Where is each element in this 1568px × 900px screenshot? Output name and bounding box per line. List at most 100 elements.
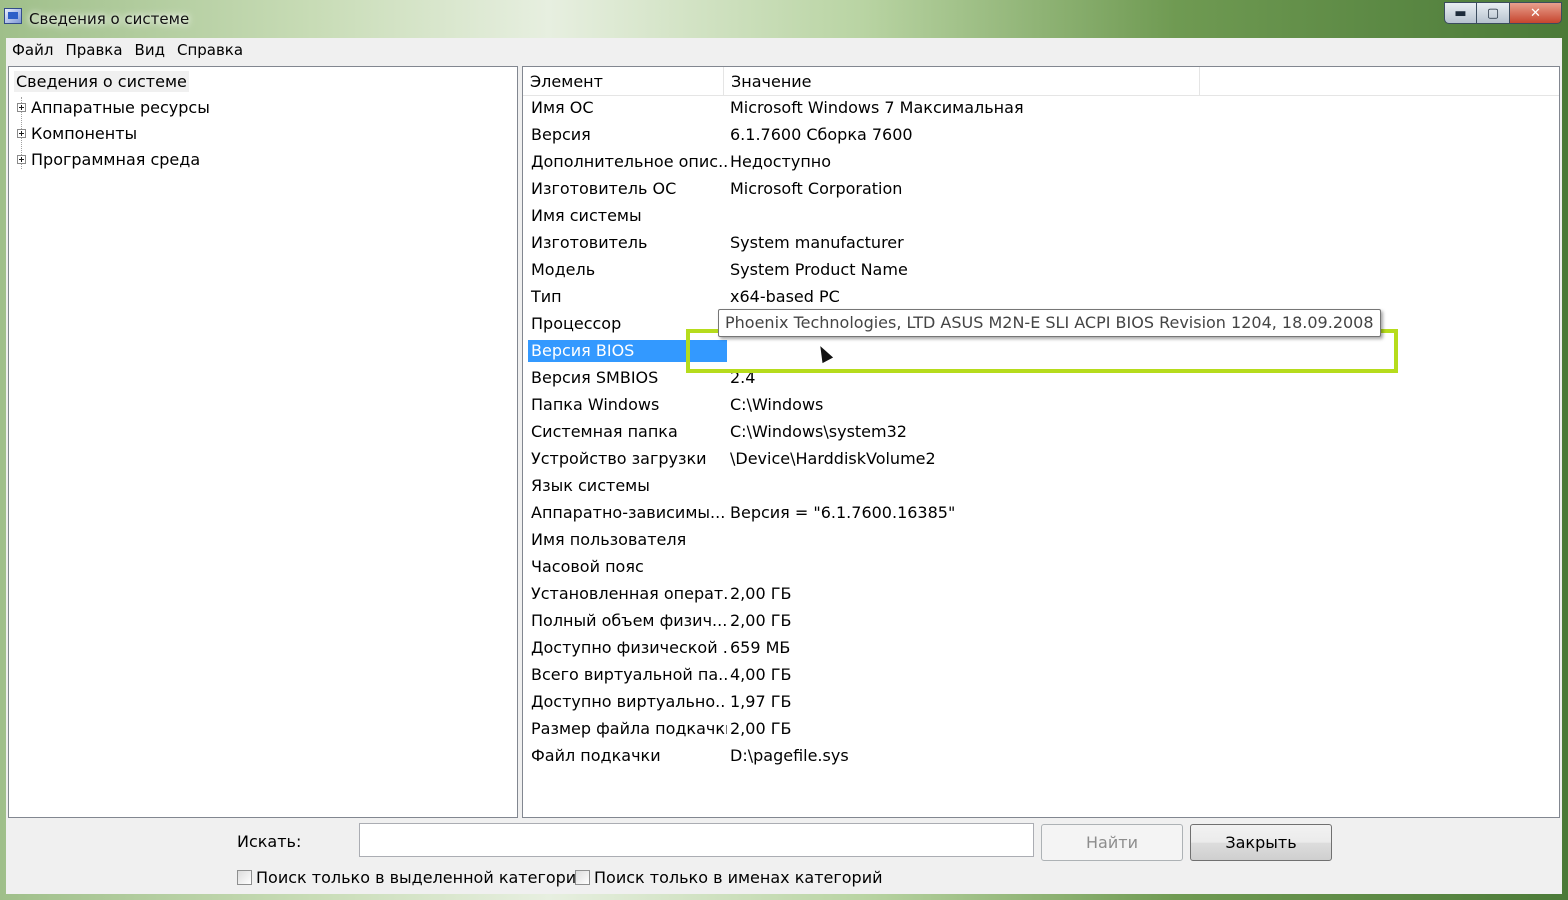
system-info-window: Сведения о системе ▬ ▢ ✕ Файл Правка Вид… xyxy=(0,0,1568,900)
title-bar[interactable]: Сведения о системе ▬ ▢ ✕ xyxy=(0,0,1568,38)
details-list[interactable]: Элемент Значение Имя ОС Microsoft Windows… xyxy=(522,66,1560,818)
system-info-app-icon xyxy=(4,8,22,24)
menu-file[interactable]: Файл xyxy=(6,38,59,62)
row-value-cell: Microsoft Corporation xyxy=(730,179,903,198)
tree-item-label: Аппаратные ресурсы xyxy=(31,97,210,117)
row-element-cell: Аппаратно-зависимы... xyxy=(531,503,726,522)
row-value-cell: Microsoft Windows 7 Максимальная xyxy=(730,98,1024,117)
row-element-cell: Папка Windows xyxy=(531,395,660,414)
table-row[interactable]: Версия 6.1.7600 Сборка 7600 xyxy=(523,124,1559,151)
table-row[interactable]: Файл подкачки D:\pagefile.sys xyxy=(523,745,1559,772)
menu-view[interactable]: Вид xyxy=(129,38,171,62)
checkbox-label: Поиск только в выделенной категории xyxy=(256,868,587,887)
menu-edit[interactable]: Правка xyxy=(59,38,128,62)
row-value-cell: Версия = "6.1.7600.16385" xyxy=(730,503,956,522)
column-header-element[interactable]: Элемент xyxy=(523,67,724,95)
tree-item-system-summary[interactable]: Сведения о системе xyxy=(14,71,189,92)
tree-item-components[interactable]: Компоненты xyxy=(17,121,137,145)
row-value-cell: 6.1.7600 Сборка 7600 xyxy=(730,125,913,144)
row-element-cell: Тип xyxy=(531,287,562,306)
table-row[interactable]: Доступно виртуально... 1,97 ГБ xyxy=(523,691,1559,718)
table-row[interactable]: Часовой пояс xyxy=(523,556,1559,583)
search-label: Искать: xyxy=(237,832,302,851)
window-title: Сведения о системе xyxy=(29,10,190,28)
row-element-cell: Часовой пояс xyxy=(531,557,644,576)
table-row[interactable]: Размер файла подкачки 2,00 ГБ xyxy=(523,718,1559,745)
maximize-icon: ▢ xyxy=(1486,5,1500,21)
checkbox-label: Поиск только в именах категорий xyxy=(594,868,883,887)
row-value-cell: 2,00 ГБ xyxy=(730,719,792,738)
search-selected-category-option[interactable]: Поиск только в выделенной категории xyxy=(237,868,587,887)
row-element-cell: Всего виртуальной па... xyxy=(531,665,727,684)
close-icon: ✕ xyxy=(1530,5,1541,21)
row-value-cell: Недоступно xyxy=(730,152,832,171)
search-input[interactable] xyxy=(359,823,1034,857)
row-element-cell: Полный объем физич... xyxy=(531,611,727,630)
row-element-cell: Имя ОС xyxy=(531,98,594,117)
search-selected-category-checkbox[interactable] xyxy=(237,870,252,885)
row-element-cell: Изготовитель xyxy=(531,233,648,252)
row-value-cell: 4,00 ГБ xyxy=(730,665,792,684)
expand-plus-icon[interactable] xyxy=(17,128,26,138)
tree-item-software-environment[interactable]: Программная среда xyxy=(17,147,200,171)
row-element-cell: Файл подкачки xyxy=(531,746,661,765)
tree-item-hardware-resources[interactable]: Аппаратные ресурсы xyxy=(17,95,210,119)
close-window-button[interactable]: ✕ xyxy=(1510,2,1562,24)
client-area: Сведения о системе Аппаратные ресурсы Ко… xyxy=(6,62,1562,894)
window-controls: ▬ ▢ ✕ xyxy=(1444,2,1562,26)
row-element-cell: Изготовитель ОС xyxy=(531,179,677,198)
table-row[interactable]: Имя пользователя xyxy=(523,529,1559,556)
category-tree[interactable]: Сведения о системе Аппаратные ресурсы Ко… xyxy=(8,66,518,818)
row-value-cell: 2,00 ГБ xyxy=(730,611,792,630)
table-row[interactable]: Всего виртуальной па... 4,00 ГБ xyxy=(523,664,1559,691)
row-element-cell: Модель xyxy=(531,260,596,279)
column-header-value[interactable]: Значение xyxy=(724,67,1200,95)
row-element-cell: Язык системы xyxy=(531,476,650,495)
row-value-cell: x64-based PC xyxy=(730,287,840,306)
table-row[interactable]: Изготовитель System manufacturer xyxy=(523,232,1559,259)
table-row[interactable]: Устройство загрузки \Device\HarddiskVolum… xyxy=(523,448,1559,475)
list-rows: Имя ОС Microsoft Windows 7 Максимальная Ве… xyxy=(523,97,1559,772)
search-category-names-checkbox[interactable] xyxy=(575,870,590,885)
table-row[interactable]: Полный объем физич... 2,00 ГБ xyxy=(523,610,1559,637)
minimize-button[interactable]: ▬ xyxy=(1444,2,1477,24)
row-element-cell: Дополнительное опис... xyxy=(531,152,727,171)
table-row[interactable]: Аппаратно-зависимы... Версия = "6.1.7600.… xyxy=(523,502,1559,529)
row-element-cell: Версия xyxy=(531,125,591,144)
row-element-cell: Размер файла подкачки xyxy=(531,719,727,738)
expand-plus-icon[interactable] xyxy=(17,102,26,112)
table-row[interactable]: Имя ОС Microsoft Windows 7 Максимальная xyxy=(523,97,1559,124)
table-row[interactable]: Дополнительное опис... Недоступно xyxy=(523,151,1559,178)
menu-help[interactable]: Справка xyxy=(171,38,249,62)
table-row[interactable]: Системная папка C:\Windows\system32 xyxy=(523,421,1559,448)
menu-bar: Файл Правка Вид Справка xyxy=(6,38,1562,62)
column-header-empty xyxy=(1200,67,1559,95)
minimize-icon: ▬ xyxy=(1454,5,1467,21)
table-row[interactable]: Изготовитель ОС Microsoft Corporation xyxy=(523,178,1559,205)
tree-item-label: Компоненты xyxy=(31,123,138,143)
row-value-cell: C:\Windows\system32 xyxy=(730,422,907,441)
row-value-cell: 659 МБ xyxy=(730,638,791,657)
row-value-cell: System Product Name xyxy=(730,260,908,279)
table-row[interactable]: Папка Windows C:\Windows xyxy=(523,394,1559,421)
row-value-cell: 2,00 ГБ xyxy=(730,584,792,603)
row-element-cell: Имя системы xyxy=(531,206,642,225)
table-row[interactable]: Установленная операт... 2,00 ГБ xyxy=(523,583,1559,610)
row-element-cell: Доступно виртуально... xyxy=(531,692,727,711)
row-element-cell: Имя пользователя xyxy=(531,530,687,549)
find-button[interactable]: Найти xyxy=(1041,824,1183,861)
close-button[interactable]: Закрыть xyxy=(1190,824,1332,861)
expand-plus-icon[interactable] xyxy=(17,154,26,164)
bios-version-tooltip: Phoenix Technologies, LTD ASUS M2N-E SLI… xyxy=(718,309,1381,337)
table-row[interactable]: Доступно физической ... 659 МБ xyxy=(523,637,1559,664)
row-value-cell: System manufacturer xyxy=(730,233,904,252)
maximize-button[interactable]: ▢ xyxy=(1477,2,1510,24)
table-row[interactable]: Имя системы xyxy=(523,205,1559,232)
table-row[interactable]: Язык системы xyxy=(523,475,1559,502)
row-element-cell: Доступно физической ... xyxy=(531,638,727,657)
search-category-names-option[interactable]: Поиск только в именах категорий xyxy=(575,868,883,887)
table-row[interactable]: Модель System Product Name xyxy=(523,259,1559,286)
row-value-cell: 1,97 ГБ xyxy=(730,692,792,711)
row-value-cell: D:\pagefile.sys xyxy=(730,746,849,765)
list-header: Элемент Значение xyxy=(523,67,1559,96)
